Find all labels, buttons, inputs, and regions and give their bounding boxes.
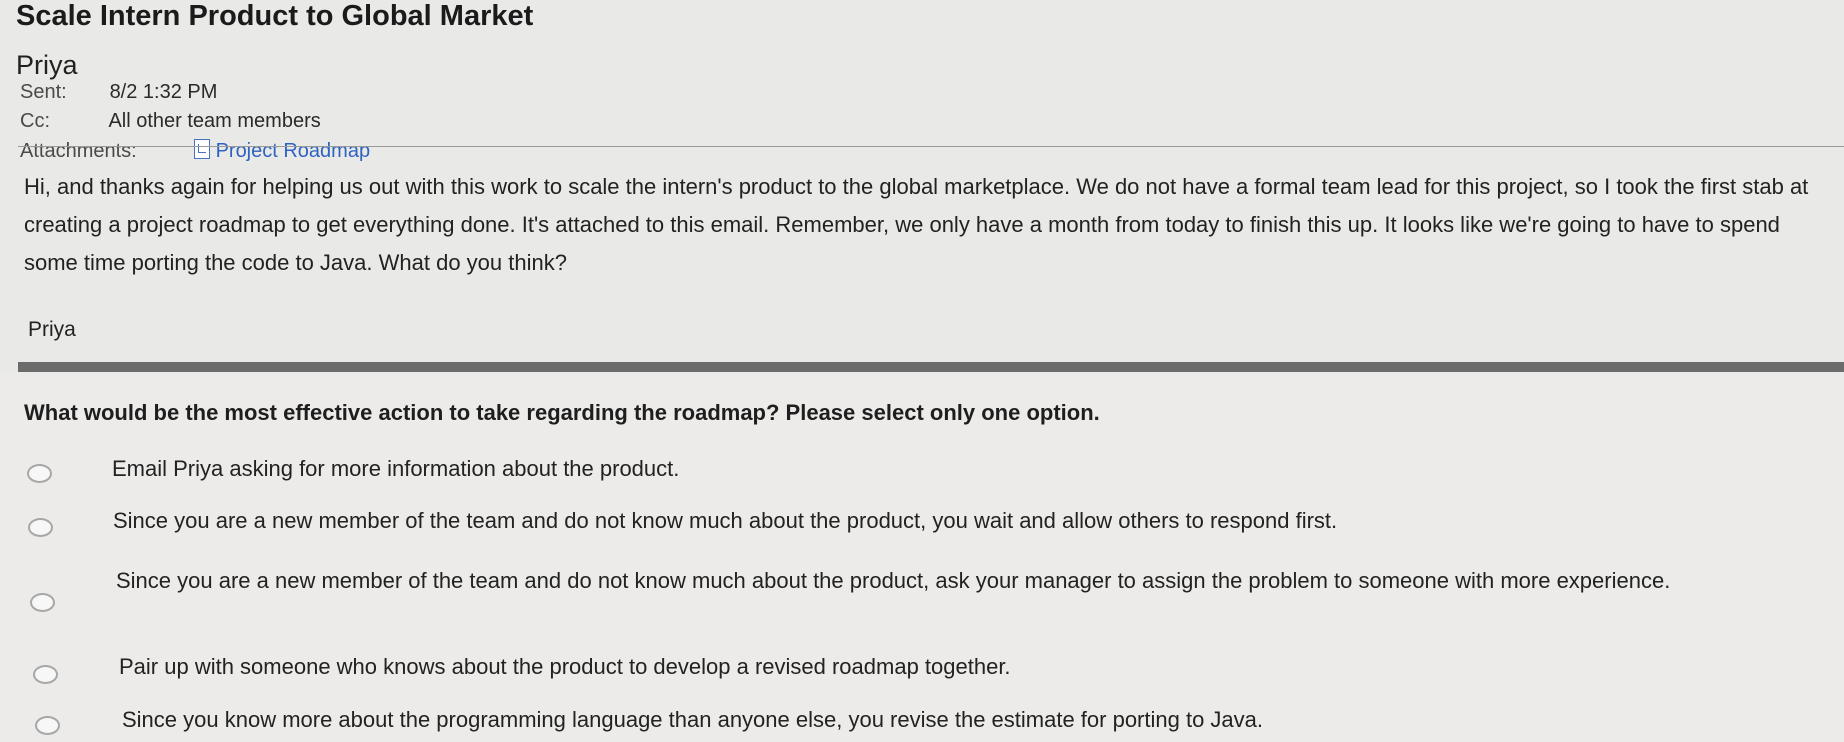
radio-circle-icon[interactable] <box>30 593 55 612</box>
sent-label: Sent: <box>20 81 67 103</box>
option-label[interactable]: Pair up with someone who knows about the… <box>119 650 1011 683</box>
option-label[interactable]: Since you are a new member of the team a… <box>113 504 1337 537</box>
option-label[interactable]: Since you know more about the programmin… <box>122 703 1263 736</box>
email-panel: Scale Intern Product to Global Market Pr… <box>0 0 1844 372</box>
radio-circle-icon[interactable] <box>27 464 52 483</box>
option-label[interactable]: Since you are a new member of the team a… <box>116 564 1756 597</box>
attachments-row: Attachments: Project Roadmap <box>20 139 370 163</box>
header-divider <box>18 146 1844 147</box>
radio-circle-icon[interactable] <box>28 518 53 537</box>
cc-label: Cc: <box>20 110 50 132</box>
cc-value: All other team members <box>108 110 321 132</box>
email-subject: Scale Intern Product to Global Market <box>16 0 534 32</box>
email-bottom-bar <box>18 362 1844 372</box>
email-sender: Priya <box>16 50 78 80</box>
sent-row: Sent: 8/2 1:32 PM <box>20 81 217 104</box>
radio-circle-icon[interactable] <box>33 665 58 684</box>
attachment-link[interactable]: Project Roadmap <box>193 139 371 162</box>
file-icon <box>193 139 210 159</box>
question-prompt: What would be the most effective action … <box>24 400 1100 425</box>
option-label[interactable]: Email Priya asking for more information … <box>112 452 679 485</box>
attachments-label: Attachments: <box>20 140 137 162</box>
email-signature: Priya <box>28 318 76 341</box>
radio-circle-icon[interactable] <box>35 716 60 735</box>
sent-value: 8/2 1:32 PM <box>109 81 218 103</box>
cc-row: Cc: All other team members <box>20 110 321 133</box>
attachment-name: Project Roadmap <box>215 140 371 162</box>
email-body: Hi, and thanks again for helping us out … <box>24 174 1809 275</box>
